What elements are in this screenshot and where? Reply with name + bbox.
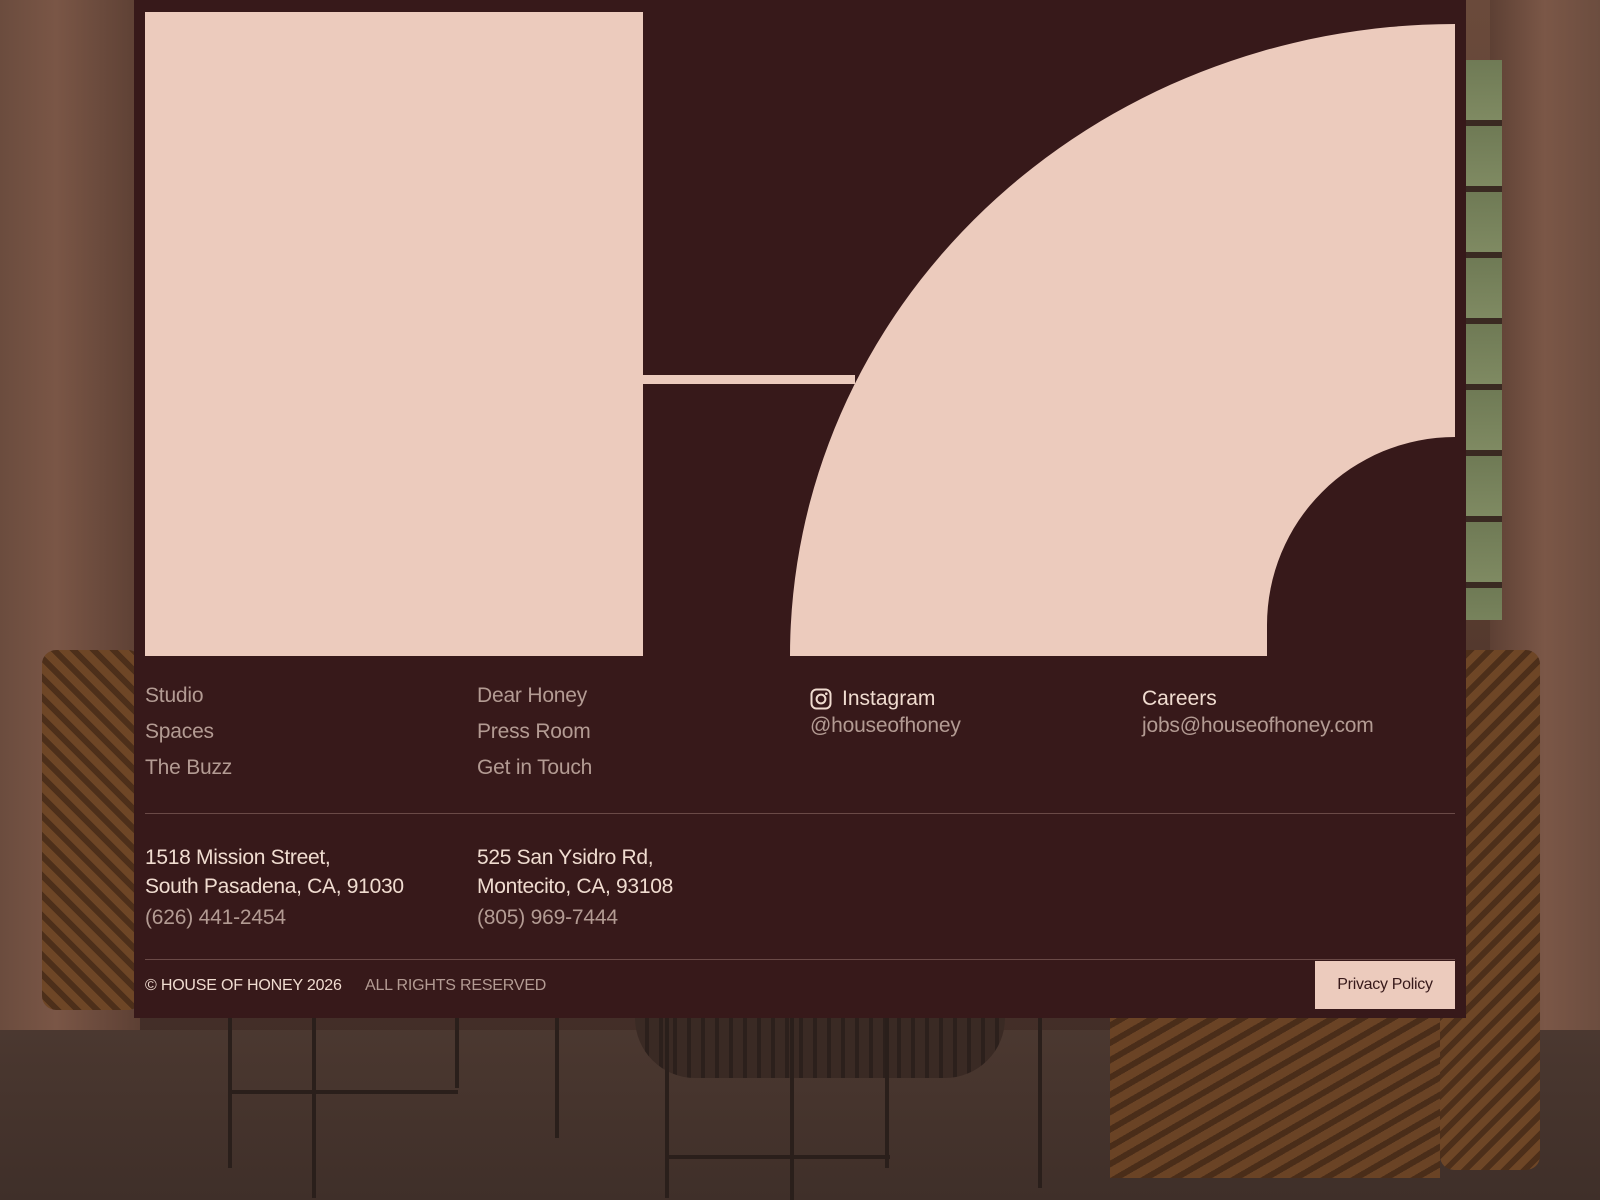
instagram-link[interactable]: Instagram: [810, 684, 961, 714]
nav-link-dear-honey[interactable]: Dear Honey: [477, 684, 592, 720]
nav-link-studio[interactable]: Studio: [145, 684, 232, 720]
background-table-rail: [665, 1155, 890, 1159]
logo-arc: [790, 24, 1455, 656]
instagram-handle-link[interactable]: @houseofhoney: [810, 714, 961, 738]
phone-link[interactable]: (626) 441-2454: [145, 903, 404, 932]
nav-link-press-room[interactable]: Press Room: [477, 720, 592, 756]
rights-text: ALL RIGHTS RESERVED: [365, 977, 547, 994]
careers-heading: Careers: [1142, 684, 1374, 714]
background-table: [635, 1018, 1005, 1078]
instagram-label: Instagram: [842, 687, 936, 710]
nav-link-spaces[interactable]: Spaces: [145, 720, 232, 756]
background-table-leg: [885, 1018, 889, 1168]
brand-logo[interactable]: [145, 12, 1455, 656]
address-line-1: 1518 Mission Street,: [145, 846, 331, 869]
address-line-2: South Pasadena, CA, 91030: [145, 875, 404, 898]
nav-link-get-in-touch[interactable]: Get in Touch: [477, 756, 592, 792]
logo-h-bar: [643, 375, 855, 384]
privacy-policy-button[interactable]: Privacy Policy: [1315, 961, 1455, 1009]
background-window: [1462, 60, 1502, 620]
nav-link-the-buzz[interactable]: The Buzz: [145, 756, 232, 792]
instagram-icon: [810, 688, 832, 710]
location-south-pasadena: 1518 Mission Street, South Pasadena, CA,…: [145, 843, 404, 932]
careers-label: Careers: [1142, 687, 1217, 710]
social-column: Instagram @houseofhoney: [810, 684, 961, 738]
page: Studio Spaces The Buzz Dear Honey Press …: [0, 0, 1600, 1200]
background-table-rail: [228, 1090, 458, 1094]
background-table-leg: [555, 1018, 559, 1138]
brand-logo-mark: [145, 12, 1455, 656]
background-table-leg: [1038, 1018, 1042, 1188]
location-montecito: 525 San Ysidro Rd, Montecito, CA, 93108 …: [477, 843, 673, 932]
logo-h-stem: [145, 12, 643, 656]
background-table-leg: [665, 1018, 669, 1198]
nav-column-secondary: Dear Honey Press Room Get in Touch: [477, 684, 592, 792]
careers-email-link[interactable]: jobs@houseofhoney.com: [1142, 714, 1374, 738]
address-line-1: 525 San Ysidro Rd,: [477, 846, 654, 869]
background-table-leg: [312, 1018, 316, 1198]
address-line-2: Montecito, CA, 93108: [477, 875, 673, 898]
phone-link[interactable]: (805) 969-7444: [477, 903, 673, 932]
locations: 1518 Mission Street, South Pasadena, CA,…: [145, 843, 1455, 943]
copyright-text: © HOUSE OF HONEY 2026: [145, 977, 342, 994]
careers-column: Careers jobs@houseofhoney.com: [1142, 684, 1374, 738]
background-table-leg: [790, 1018, 794, 1200]
site-footer: Studio Spaces The Buzz Dear Honey Press …: [134, 0, 1466, 1018]
background-sofa-bottom: [1110, 1018, 1440, 1178]
footer-divider: [145, 813, 1455, 814]
background-sofa-left: [42, 650, 142, 1010]
legal-bar: © HOUSE OF HONEY 2026 ALL RIGHTS RESERVE…: [145, 960, 1455, 1010]
footer-nav: Studio Spaces The Buzz Dear Honey Press …: [145, 684, 1455, 794]
nav-column-primary: Studio Spaces The Buzz: [145, 684, 232, 792]
background-table-leg: [455, 1018, 459, 1088]
